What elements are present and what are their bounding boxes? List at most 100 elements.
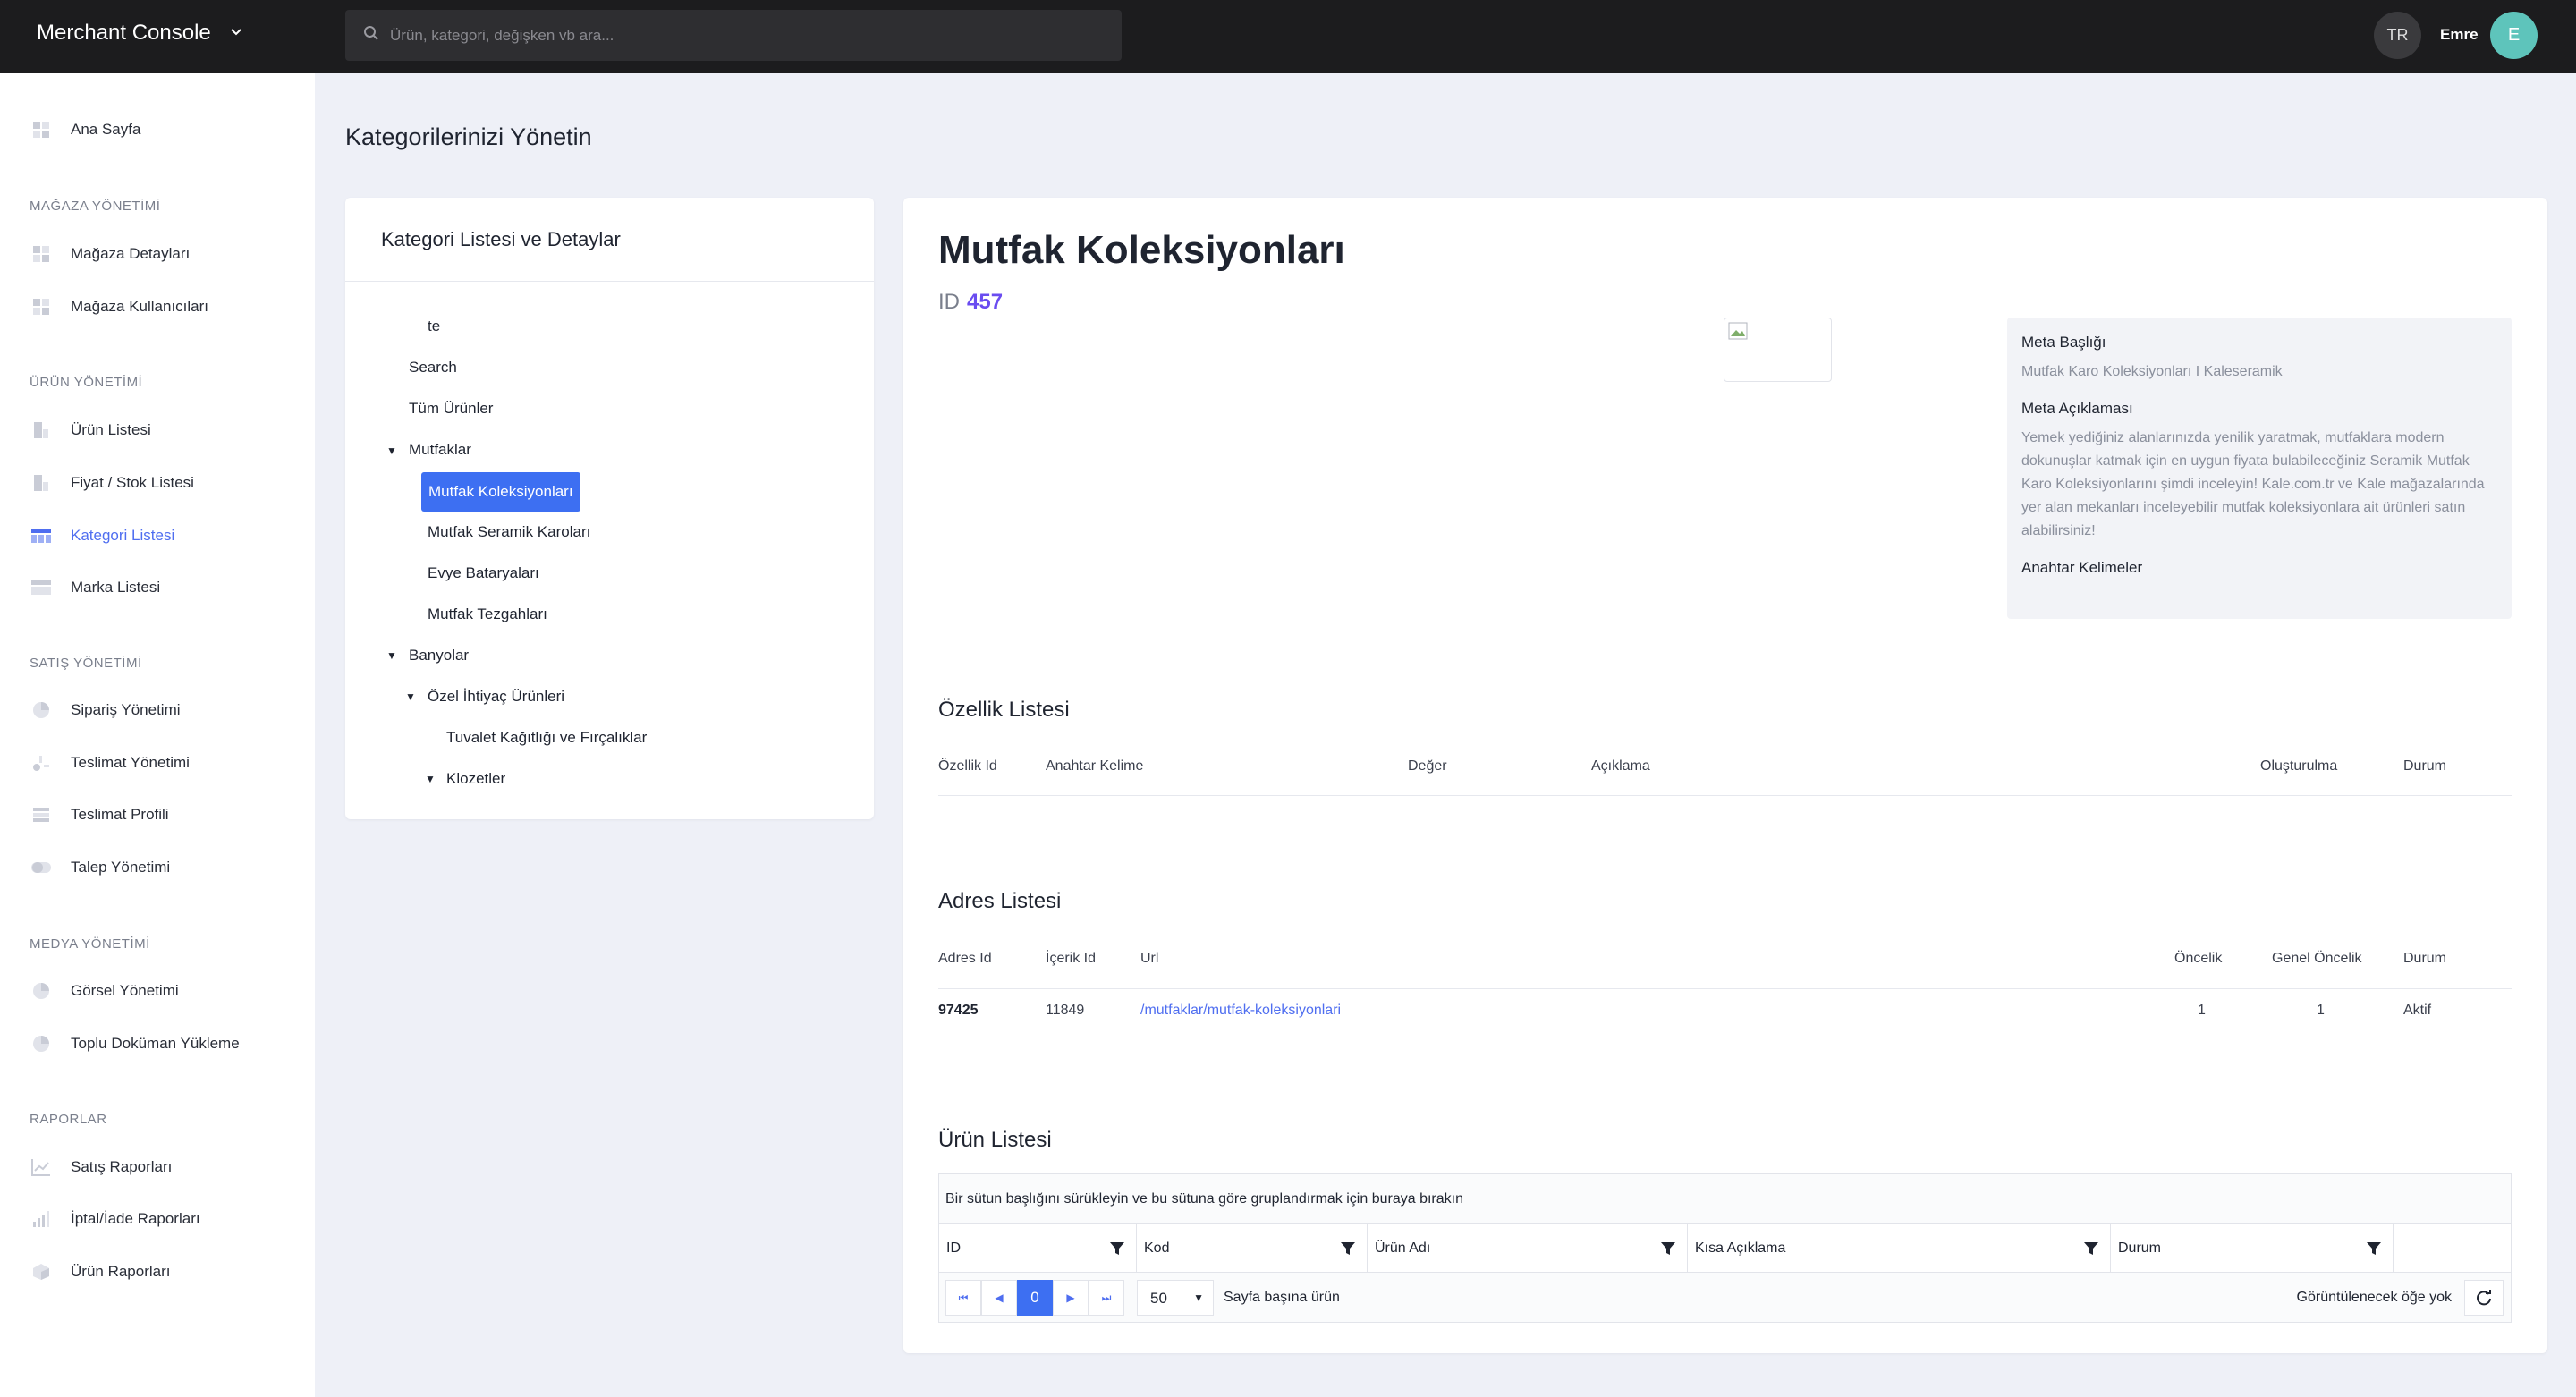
sidebar-item-label: Teslimat Yönetimi: [71, 754, 190, 771]
caret-down-icon[interactable]: ▼: [386, 444, 397, 457]
next-page-button[interactable]: ▶: [1053, 1280, 1089, 1316]
filter-icon[interactable]: [2366, 1240, 2382, 1261]
filter-icon[interactable]: [2083, 1240, 2099, 1261]
address-url[interactable]: /mutfaklar/mutfak-koleksiyonlari: [1140, 1003, 1341, 1019]
store-icon: [30, 244, 53, 264]
sidebar-item-delivery[interactable]: Teslimat Yönetimi: [30, 753, 190, 773]
current-page-button[interactable]: 0: [1017, 1280, 1053, 1316]
column-header-id[interactable]: ID: [939, 1224, 1137, 1273]
tree-node[interactable]: Search: [409, 359, 457, 377]
price-icon: [30, 473, 53, 493]
column-label: Durum: [2118, 1240, 2162, 1256]
group-drop-area[interactable]: Bir sütun başlığını sürükleyin ve bu süt…: [939, 1174, 2511, 1224]
section-title-product: ÜRÜN YÖNETİMİ: [30, 375, 143, 390]
caret-down-icon[interactable]: ▼: [425, 773, 436, 785]
column-header-short-desc[interactable]: Kısa Açıklama: [1688, 1224, 2111, 1273]
column-header[interactable]: Genel Öncelik: [2272, 951, 2362, 967]
sidebar-item-brand-list[interactable]: Marka Listesi: [30, 578, 160, 597]
sidebar-item-label: Toplu Doküman Yükleme: [71, 1035, 240, 1052]
refresh-icon[interactable]: [2464, 1280, 2504, 1316]
sidebar-item-label: Ürün Raporları: [71, 1263, 171, 1280]
grid-header: ID Kod Ürün Adı Kısa Açıklama Durum: [939, 1224, 2511, 1273]
column-header[interactable]: Durum: [2403, 758, 2446, 775]
sidebar-item-bulk-upload[interactable]: Toplu Doküman Yükleme: [30, 1034, 240, 1054]
prev-page-button[interactable]: ◀: [981, 1280, 1017, 1316]
tree-node[interactable]: Özel İhtiyaç Ürünleri: [428, 688, 564, 706]
chevron-down-icon: [229, 23, 243, 44]
global-search[interactable]: [345, 10, 1122, 61]
sidebar-item-label: Satış Raporları: [71, 1158, 173, 1175]
column-header-name[interactable]: Ürün Adı: [1368, 1224, 1688, 1273]
sidebar-item-product-list[interactable]: Ürün Listesi: [30, 420, 151, 440]
column-header[interactable]: Değer: [1408, 758, 1447, 775]
dashboard-icon: [30, 120, 53, 140]
line-chart-icon: [30, 1157, 53, 1177]
page-size-select[interactable]: 50 ▼: [1137, 1280, 1214, 1316]
tree-node[interactable]: Mutfaklar: [409, 441, 471, 459]
address-id: 97425: [938, 1003, 979, 1018]
caret-down-icon[interactable]: ▼: [405, 690, 416, 703]
sidebar-item-requests[interactable]: Talep Yönetimi: [30, 858, 170, 877]
filter-icon[interactable]: [1109, 1240, 1125, 1261]
tree-node[interactable]: Mutfak Seramik Karoları: [428, 523, 590, 541]
dropdown-arrow-icon: ▼: [1193, 1291, 1204, 1304]
column-header[interactable]: Oluşturulma: [2260, 758, 2337, 775]
avatar[interactable]: E: [2490, 12, 2538, 59]
tree-node-selected[interactable]: Mutfak Koleksiyonları: [421, 472, 580, 512]
addresses-title: Adres Listesi: [938, 889, 1062, 913]
filter-icon[interactable]: [1340, 1240, 1356, 1261]
sidebar-item-label: İptal/İade Raporları: [71, 1210, 200, 1227]
category-id: ID 457: [938, 290, 1003, 315]
address-status: Aktif: [2403, 1003, 2432, 1018]
filter-icon[interactable]: [1660, 1240, 1676, 1261]
sidebar-item-sales-reports[interactable]: Satış Raporları: [30, 1157, 172, 1177]
tree-node[interactable]: Evye Bataryaları: [428, 564, 539, 582]
column-header[interactable]: Anahtar Kelime: [1046, 758, 1143, 775]
column-header[interactable]: Durum: [2403, 951, 2446, 967]
sidebar-item-home[interactable]: Ana Sayfa: [30, 120, 140, 140]
column-header-status[interactable]: Durum: [2111, 1224, 2394, 1273]
column-header[interactable]: İçerik Id: [1046, 951, 1096, 967]
sidebar-item-orders[interactable]: Sipariş Yönetimi: [30, 700, 181, 720]
meta-title-value: Mutfak Karo Koleksiyonları I Kaleseramik: [2021, 364, 2283, 379]
column-header[interactable]: Öncelik: [2174, 951, 2222, 967]
column-header[interactable]: Url: [1140, 951, 1158, 967]
section-title-sales: SATIŞ YÖNETİMİ: [30, 656, 142, 671]
column-header[interactable]: Açıklama: [1591, 758, 1650, 775]
sidebar-item-product-reports[interactable]: Ürün Raporları: [30, 1262, 171, 1282]
last-page-button[interactable]: ⏭: [1089, 1280, 1124, 1316]
sidebar-item-store-details[interactable]: Mağaza Detayları: [30, 244, 190, 264]
product-icon: [30, 420, 53, 440]
tree-node[interactable]: Tüm Ürünler: [409, 400, 493, 418]
tree-node[interactable]: Banyolar: [409, 647, 469, 665]
caret-down-icon[interactable]: ▼: [386, 649, 397, 662]
category-image: [1724, 318, 1832, 382]
language-switcher[interactable]: TR: [2374, 12, 2421, 59]
tree-node[interactable]: Klozetler: [446, 770, 505, 788]
content-id: 11849: [1046, 1003, 1085, 1018]
sidebar-item-store-users[interactable]: Mağaza Kullanıcıları: [30, 297, 208, 317]
orders-icon: [30, 700, 53, 720]
category-detail-card: Mutfak Koleksiyonları ID 457 Meta Başlığı…: [903, 198, 2547, 1353]
sidebar-item-category-list[interactable]: Kategori Listesi: [30, 526, 174, 546]
sidebar-item-label: Ana Sayfa: [71, 121, 141, 138]
column-header[interactable]: Adres Id: [938, 951, 992, 967]
divider: [938, 795, 2512, 796]
tree-node[interactable]: Tuvalet Kağıtlığı ve Fırçalıklar: [446, 729, 647, 747]
brand-switcher[interactable]: Merchant Console: [37, 21, 243, 46]
sidebar-item-return-reports[interactable]: İptal/İade Raporları: [30, 1209, 200, 1229]
tree-node[interactable]: te: [428, 318, 440, 335]
profile-icon: [30, 805, 53, 825]
sidebar-item-delivery-profile[interactable]: Teslimat Profili: [30, 805, 169, 825]
first-page-button[interactable]: ⏮: [945, 1280, 981, 1316]
column-header[interactable]: Özellik Id: [938, 758, 997, 775]
tree-node[interactable]: Mutfak Tezgahları: [428, 605, 547, 623]
page-title: Kategorilerinizi Yönetin: [345, 123, 592, 150]
products-grid: Bir sütun başlığını sürükleyin ve bu süt…: [938, 1173, 2512, 1323]
sidebar-item-price-stock[interactable]: Fiyat / Stok Listesi: [30, 473, 194, 493]
id-value: 457: [967, 290, 1004, 314]
brand-icon: [30, 578, 53, 597]
search-input[interactable]: [390, 26, 1088, 45]
column-header-code[interactable]: Kod: [1137, 1224, 1368, 1273]
sidebar-item-images[interactable]: Görsel Yönetimi: [30, 981, 179, 1001]
